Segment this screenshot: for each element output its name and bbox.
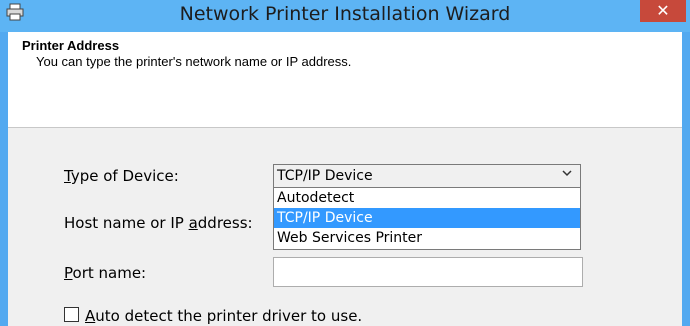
port-name-input[interactable] [273, 257, 583, 287]
window-title: Network Printer Installation Wizard [179, 3, 511, 25]
device-type-dropdown-list: Autodetect TCP/IP Device Web Services Pr… [273, 188, 581, 250]
device-type-select[interactable]: TCP/IP Device [273, 164, 581, 188]
option-autodetect[interactable]: Autodetect [274, 188, 580, 208]
close-button[interactable]: ✕ [640, 0, 686, 22]
auto-detect-checkbox[interactable] [64, 307, 79, 322]
device-type-value: TCP/IP Device [277, 168, 373, 184]
auto-detect-label[interactable]: Auto detect the printer driver to use. [85, 307, 362, 325]
host-address-label: Host name or IP address: [64, 214, 253, 232]
title-bar[interactable]: Network Printer Installation Wizard ✕ [0, 0, 690, 32]
device-type-label: Type of Device: [64, 167, 179, 185]
port-name-label: Port name: [64, 264, 147, 282]
page-description: You can type the printer's network name … [36, 54, 352, 69]
option-web-services-printer[interactable]: Web Services Printer [274, 228, 580, 248]
page-title: Printer Address [22, 38, 120, 53]
close-icon: ✕ [656, 1, 670, 20]
wizard-content: Printer Address You can type the printer… [8, 32, 682, 326]
wizard-header: Printer Address You can type the printer… [8, 32, 682, 128]
option-tcpip-device[interactable]: TCP/IP Device [274, 208, 580, 228]
chevron-down-icon [562, 168, 572, 181]
wizard-window: Network Printer Installation Wizard ✕ Pr… [0, 0, 690, 326]
